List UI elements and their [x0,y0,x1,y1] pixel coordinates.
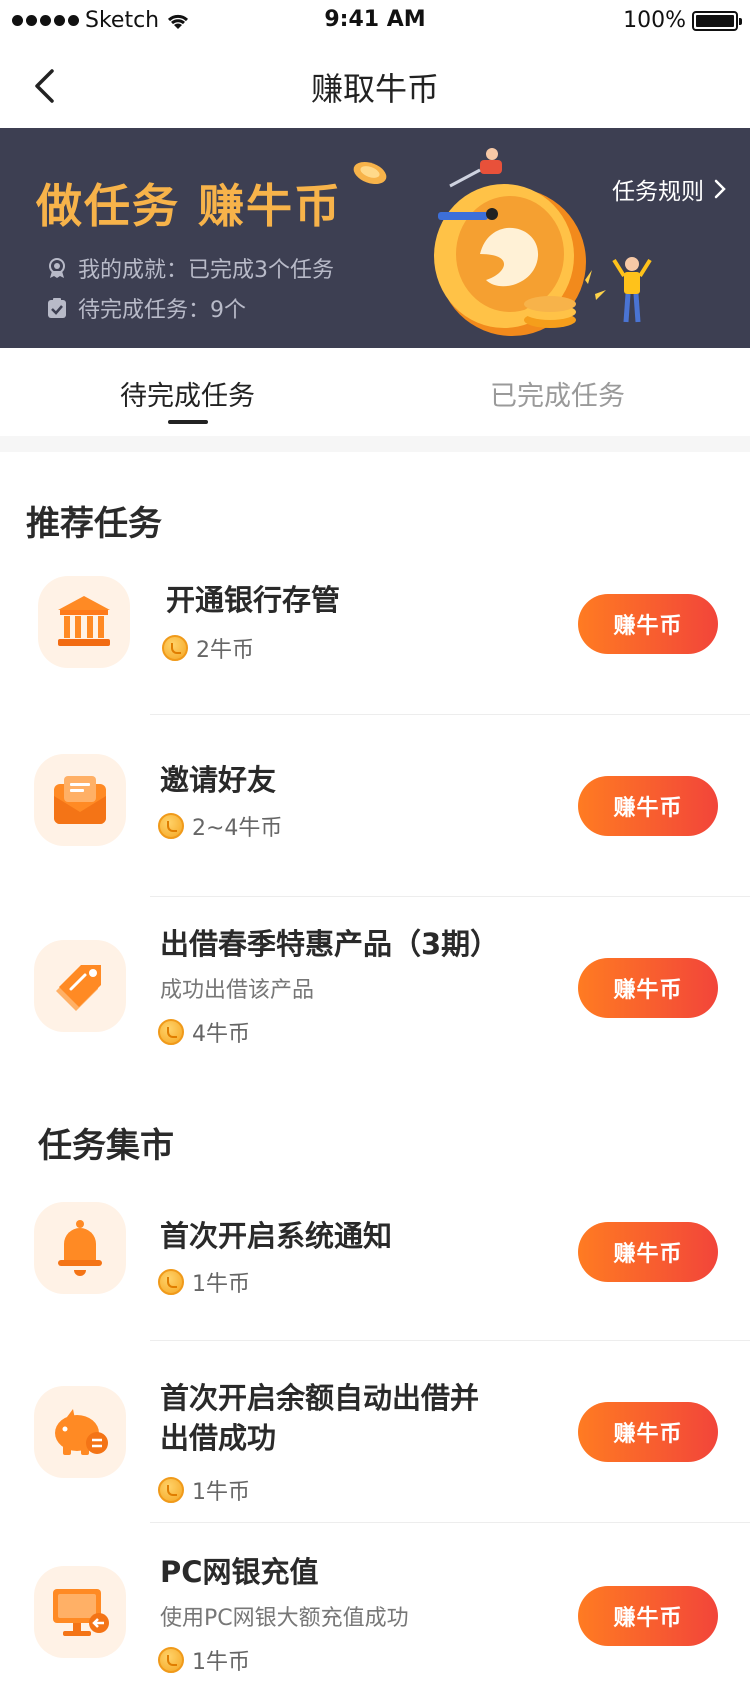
task-reward: 2牛币 [162,632,254,664]
pending-stat: 待完成任务：9个 [46,292,246,324]
bell-icon [34,1202,126,1294]
task-reward: 1牛币 [158,1474,250,1506]
divider [150,896,750,897]
task-tabs: 待完成任务 已完成任务 [0,348,750,436]
achievement-stat: 我的成就：已完成3个任务 [46,252,334,284]
status-bar: Sketch 9:41 AM 100% [0,0,750,44]
monitor-icon [34,1566,126,1658]
battery-icon [692,10,742,31]
page-title: 赚取牛币 [310,70,439,108]
bank-icon [38,576,130,668]
reward-text: 4牛币 [192,1022,250,1047]
medal-icon [49,258,65,278]
tab-pending[interactable]: 待完成任务 [120,374,255,413]
task-description: 成功出借该产品 [160,978,315,1003]
task-item: 首次开启余额自动出借并 出借成功 1牛币 赚牛币 [0,1381,750,1532]
task-item: 出借春季特惠产品（3期） 成功出借该产品 4牛币 赚牛币 [0,924,750,1074]
task-item: 首次开启系统通知 1牛币 赚牛币 [0,1202,750,1342]
piggy-bank-icon [34,1386,126,1478]
mail-icon [34,754,126,846]
reward-text: 1牛币 [192,1480,250,1505]
status-right: 100% [623,8,742,33]
achievement-text: 我的成就：已完成3个任务 [78,258,334,283]
tab-indicator [168,420,208,424]
task-description: 使用PC网银大额充值成功 [160,1606,409,1631]
banner: 做任务 赚牛币 我的成就：已完成3个任务 待完成任务：9个 任务规则 [0,128,750,348]
task-reward: 2~4牛币 [158,810,282,842]
earn-coins-button[interactable]: 赚牛币 [578,1402,718,1462]
divider [150,1522,750,1523]
reward-text: 1牛币 [192,1650,250,1675]
earn-coins-button[interactable]: 赚牛币 [578,958,718,1018]
divider [150,1340,750,1341]
battery-percent: 100% [623,8,686,33]
section-gap [0,436,750,452]
chevron-right-icon [714,179,726,199]
task-reward: 1牛币 [158,1644,250,1676]
banner-headline: 做任务 赚牛币 [36,179,343,233]
section-title-market: 任务集市 [38,1126,174,1166]
coin-icon [158,1269,184,1295]
task-rules-label: 任务规则 [612,179,704,205]
pending-text: 待完成任务：9个 [78,298,246,323]
task-item: 邀请好友 2~4牛币 赚牛币 [0,754,750,894]
earn-coins-button[interactable]: 赚牛币 [578,776,718,836]
tab-completed[interactable]: 已完成任务 [490,374,625,413]
task-name: 首次开启系统通知 [160,1219,393,1253]
task-item: PC网银充值 使用PC网银大额充值成功 1牛币 赚牛币 [0,1555,750,1700]
task-name: 开通银行存管 [166,583,341,617]
earn-coins-button[interactable]: 赚牛币 [578,1222,718,1282]
reward-text: 1牛币 [192,1272,250,1297]
task-name: 邀请好友 [160,763,277,797]
task-name: PC网银充值 [160,1555,319,1589]
coin-icon [158,1477,184,1503]
coin-icon [158,1647,184,1673]
clipboard-check-icon [48,298,66,318]
task-item: 开通银行存管 2牛币 赚牛币 [0,572,750,714]
reward-text: 2牛币 [196,638,254,663]
task-rules-link[interactable]: 任务规则 [612,172,726,206]
task-name-line2: 出借成功 [160,1421,277,1455]
task-name-line1: 首次开启余额自动出借并 [160,1381,480,1415]
earn-coins-button[interactable]: 赚牛币 [578,1586,718,1646]
price-tag-icon [34,940,126,1032]
nav-bar: 赚取牛币 [0,44,750,128]
task-name: 出借春季特惠产品（3期） [160,927,500,961]
small-coin-icon [353,161,387,185]
section-title-recommended: 推荐任务 [26,504,162,544]
task-reward: 1牛币 [158,1266,250,1298]
coin-icon [158,813,184,839]
coin-icon [162,635,188,661]
coin-icon [158,1019,184,1045]
reward-text: 2~4牛币 [192,816,283,841]
task-reward: 4牛币 [158,1016,250,1048]
divider [150,714,750,715]
earn-coins-button[interactable]: 赚牛币 [578,594,718,654]
